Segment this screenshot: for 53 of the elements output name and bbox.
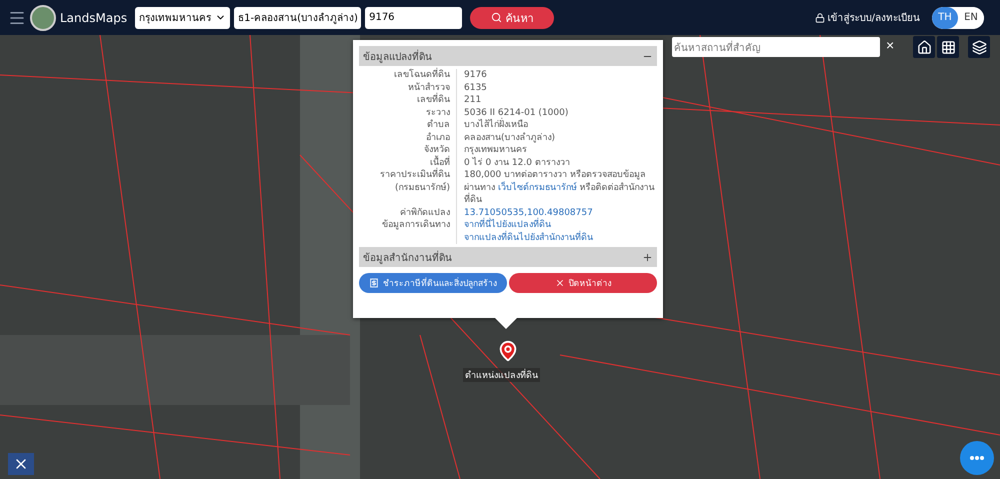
marker-label: ตำแหน่งแปลงที่ดิน: [463, 368, 540, 382]
field-value: 9176: [463, 69, 488, 82]
home-icon: [916, 40, 932, 54]
field-label: ข้อมูลการเดินทาง: [359, 219, 457, 244]
layers-button[interactable]: [968, 36, 990, 58]
place-search-field[interactable]: ค้นหาสถานที่สำคัญ: [672, 37, 880, 57]
field-label: อำเภอ: [359, 132, 457, 144]
layers-icon: [972, 40, 986, 54]
language-tab[interactable]: TH: [932, 6, 958, 28]
field-value: 211: [463, 94, 482, 106]
province-select[interactable]: กรุงเทพมหานคร: [135, 6, 230, 28]
clear-button[interactable]: ×: [886, 37, 894, 53]
more-icon: [970, 456, 984, 460]
field-label: ค่าพิกัดแปลง: [359, 206, 457, 219]
field-value: คลองสาน(บางลำภูล่าง): [463, 132, 556, 144]
field-value: บางไส้ไก่ฝั่งเหนือ: [457, 119, 657, 132]
info-link[interactable]: เว็บไซต์กรมธนารักษ์: [498, 182, 577, 192]
close-icon: [554, 278, 564, 288]
field-label: หน้าสำรวจ: [359, 82, 457, 94]
field-value: 180,000 บาทต่อตารางวา หรือตรวจสอบข้อมูลผ่านทาง เว็บไซต์กรมธนารักษ์ หรือติดต่อสำนักงานที่ดิน: [463, 169, 656, 206]
search-button[interactable]: ค้นหา: [470, 6, 554, 28]
section-header[interactable]: ข้อมูลแปลงที่ดิน: [359, 46, 657, 66]
search-icon: [490, 12, 502, 23]
field-label: ระวาง: [359, 106, 457, 119]
lock-icon: [814, 12, 825, 22]
logo-icon: [30, 4, 56, 30]
info-link[interactable]: จากที่นี่ไปยังแปลงที่ดิน: [464, 220, 551, 230]
tools-button[interactable]: [8, 453, 34, 475]
grid-button[interactable]: [937, 36, 959, 58]
field-label: เนื้อที่: [359, 156, 457, 169]
home-button[interactable]: [913, 36, 935, 58]
field-value: กรุงเทพมหานคร: [463, 144, 528, 156]
field-value: 0 ไร่ 0 งาน 12.0 ตารางวา: [463, 156, 571, 169]
parcel-number-field[interactable]: 9176: [365, 6, 462, 28]
info-link[interactable]: จากแปลงที่ดินไปยังสำนักงานที่ดิน: [464, 232, 593, 242]
field-value: 6135: [463, 82, 488, 94]
field-value: 5036 II 6214-01 (1000): [463, 106, 570, 118]
field-label: เลขที่ดิน: [359, 94, 457, 106]
info-link[interactable]: 13.71050535,100.49808757: [464, 208, 593, 218]
login-link[interactable]: เข้าสู่ระบบ/ลงทะเบียน: [814, 10, 920, 25]
more-button[interactable]: [960, 441, 994, 475]
close-button[interactable]: ปิดหน้าต่าง: [509, 273, 657, 293]
section-header[interactable]: ข้อมูลสำนักงานที่ดิน: [359, 247, 657, 267]
map-marker-icon[interactable]: [497, 340, 519, 362]
branch-select[interactable]: ธ1-คลองสาน(บางลำภูล่าง): [234, 6, 362, 28]
grid-icon: [940, 40, 956, 54]
field-label: ตำบล: [359, 119, 457, 132]
tax-payment-button[interactable]: ชำระภาษีที่ดินและสิ่งปลูกสร้าง: [359, 273, 507, 293]
field-label: เลขโฉนดที่ดิน: [359, 69, 457, 82]
brand-name: LandsMaps: [60, 10, 128, 24]
field-label: จังหวัด: [359, 144, 457, 156]
field-label: ราคาประเมินที่ดิน (กรมธนารักษ์): [359, 169, 457, 206]
receipt-icon: [369, 278, 379, 288]
